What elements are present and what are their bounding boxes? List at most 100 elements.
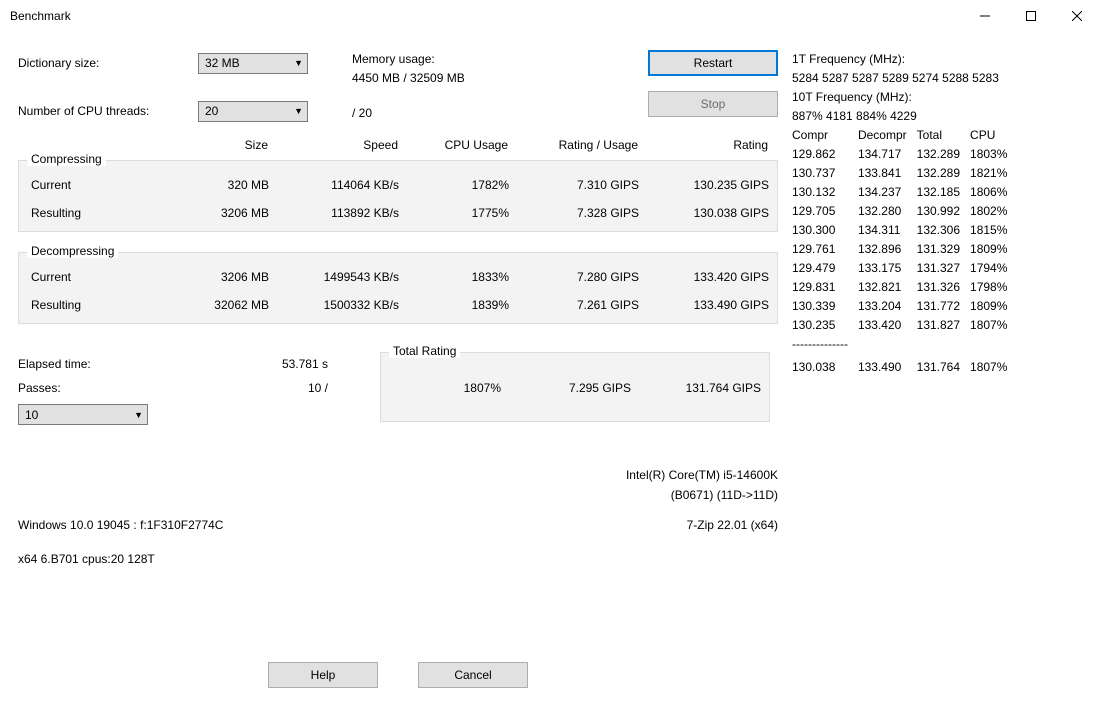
- window-title: Benchmark: [10, 9, 962, 23]
- log-cell: 132.896: [858, 240, 917, 259]
- compressing-group: Compressing Current 320 MB 114064 KB/s 1…: [18, 160, 778, 232]
- log-cell: 1798%: [970, 278, 1017, 297]
- log-cell: Compr: [792, 126, 858, 145]
- cancel-label: Cancel: [454, 668, 491, 682]
- log-row: 130.132134.237132.1851806%: [792, 183, 1017, 202]
- elapsed-value: 53.781 s: [178, 357, 328, 371]
- log-cell: 1807%: [970, 316, 1017, 335]
- log-row: 130.737133.841132.2891821%: [792, 164, 1017, 183]
- help-label: Help: [311, 668, 336, 682]
- log-cell: 129.705: [792, 202, 858, 221]
- log-cell: 134.311: [858, 221, 917, 240]
- log-cell: 129.831: [792, 278, 858, 297]
- arch-line: x64 6.B701 cpus:20 128T: [18, 549, 155, 569]
- log-row: 129.761132.896131.3291809%: [792, 240, 1017, 259]
- log-cell: 130.339: [792, 297, 858, 316]
- mem-usage-label: Memory usage:: [352, 50, 465, 69]
- log-row: ComprDecomprTotalCPU: [792, 126, 1017, 145]
- log-cell: 130.038: [792, 358, 858, 377]
- row-label: Current: [19, 178, 169, 192]
- log-cell: 130.992: [917, 202, 970, 221]
- log-cell: 1802%: [970, 202, 1017, 221]
- log-cell: 133.204: [858, 297, 917, 316]
- decompressing-group: Decompressing Current 3206 MB 1499543 KB…: [18, 252, 778, 324]
- log-cell: Total: [917, 126, 970, 145]
- mem-usage-value: 4450 MB / 32509 MB: [352, 69, 465, 88]
- cell: 1833%: [399, 270, 509, 284]
- log-cell: 130.132: [792, 183, 858, 202]
- cell: 1839%: [399, 298, 509, 312]
- iteration-log: 1T Frequency (MHz): 5284 5287 5287 5289 …: [792, 50, 1082, 569]
- cell: 1775%: [399, 206, 509, 220]
- cpu-name: Intel(R) Core(TM) i5-14600K: [626, 465, 778, 485]
- log-cell: 131.326: [917, 278, 970, 297]
- log-cell: 129.761: [792, 240, 858, 259]
- log-cell: 129.862: [792, 145, 858, 164]
- restart-label: Restart: [694, 56, 733, 70]
- log-cell: 1803%: [970, 145, 1017, 164]
- log-row: 130.038133.490131.7641807%: [792, 358, 1017, 377]
- log-cell: 133.175: [858, 259, 917, 278]
- log-row: 129.479133.175131.3271794%: [792, 259, 1017, 278]
- cell: 1500332 KB/s: [269, 298, 399, 312]
- minimize-button[interactable]: [962, 1, 1008, 31]
- log-separator: --------------: [792, 335, 858, 354]
- log-cell: 1809%: [970, 297, 1017, 316]
- threads-select[interactable]: 20 ▼: [198, 101, 308, 122]
- compress-current-row: Current 320 MB 114064 KB/s 1782% 7.310 G…: [19, 171, 777, 199]
- cell: 113892 KB/s: [269, 206, 399, 220]
- row-label: Current: [19, 270, 169, 284]
- cell: 114064 KB/s: [269, 178, 399, 192]
- log-cell: 1794%: [970, 259, 1017, 278]
- row-label: Resulting: [19, 206, 169, 220]
- log-cell: 132.306: [917, 221, 970, 240]
- log-cell: 1815%: [970, 221, 1017, 240]
- col-rating: Rating: [638, 138, 768, 152]
- freq1-value: 5284 5287 5287 5289 5274 5288 5283: [792, 69, 1082, 88]
- passes-value: 10 /: [178, 381, 328, 395]
- log-cell: 1807%: [970, 358, 1017, 377]
- log-cell: 129.479: [792, 259, 858, 278]
- log-cell: 132.185: [917, 183, 970, 202]
- log-cell: 131.327: [917, 259, 970, 278]
- dict-size-label: Dictionary size:: [18, 56, 198, 70]
- total-cpu: 1807%: [381, 381, 501, 395]
- freq10-value: 887% 4181 884% 4229: [792, 107, 1082, 126]
- threads-label: Number of CPU threads:: [18, 104, 198, 118]
- log-cell: 132.289: [917, 145, 970, 164]
- log-cell: 130.737: [792, 164, 858, 183]
- total-ru: 7.295 GIPS: [501, 381, 631, 395]
- log-cell: 131.772: [917, 297, 970, 316]
- passes-select[interactable]: 10 ▼: [18, 404, 148, 425]
- chevron-down-icon: ▼: [134, 410, 143, 420]
- col-cpu: CPU Usage: [398, 138, 508, 152]
- passes-select-value: 10: [25, 408, 38, 422]
- log-cell: 134.717: [858, 145, 917, 164]
- cell: 133.420 GIPS: [639, 270, 769, 284]
- threads-suffix: / 20: [352, 104, 465, 123]
- total-rating-legend: Total Rating: [389, 344, 460, 358]
- cell: 7.310 GIPS: [509, 178, 639, 192]
- log-cell: 134.237: [858, 183, 917, 202]
- elapsed-label: Elapsed time:: [18, 357, 178, 371]
- log-cell: 131.329: [917, 240, 970, 259]
- decompressing-legend: Decompressing: [27, 244, 118, 258]
- cancel-button[interactable]: Cancel: [418, 662, 528, 688]
- dict-size-select[interactable]: 32 MB ▼: [198, 53, 308, 74]
- log-cell: 1821%: [970, 164, 1017, 183]
- col-ru: Rating / Usage: [508, 138, 638, 152]
- log-cell: 131.827: [917, 316, 970, 335]
- cell: 130.235 GIPS: [639, 178, 769, 192]
- log-row: 130.300134.311132.3061815%: [792, 221, 1017, 240]
- restart-button[interactable]: Restart: [648, 50, 778, 76]
- stop-button[interactable]: Stop: [648, 91, 778, 117]
- passes-label: Passes:: [18, 381, 178, 395]
- close-button[interactable]: [1054, 1, 1100, 31]
- chevron-down-icon: ▼: [294, 106, 303, 116]
- log-row: 130.235133.420131.8271807%: [792, 316, 1017, 335]
- stop-label: Stop: [701, 97, 726, 111]
- help-button[interactable]: Help: [268, 662, 378, 688]
- maximize-button[interactable]: [1008, 1, 1054, 31]
- cell: 7.261 GIPS: [509, 298, 639, 312]
- cell: 133.490 GIPS: [639, 298, 769, 312]
